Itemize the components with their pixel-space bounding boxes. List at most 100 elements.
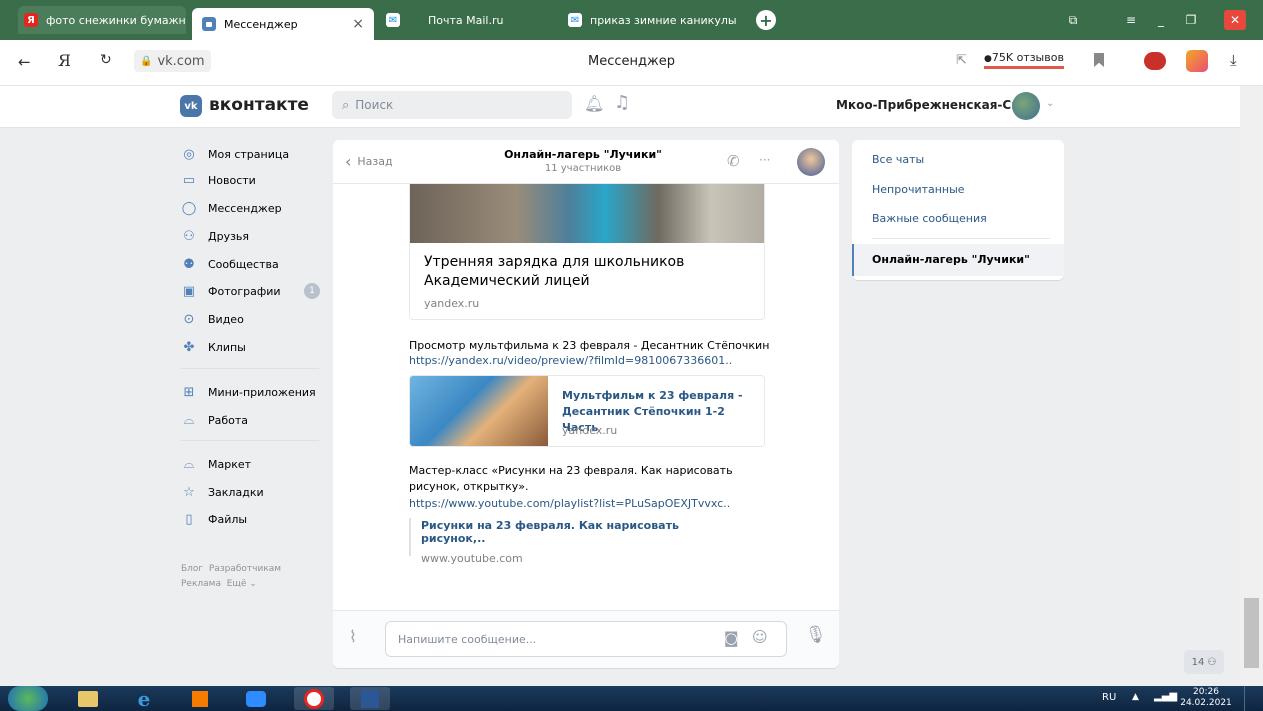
language-indicator[interactable]: RU (1102, 692, 1116, 703)
search-input[interactable]: ⌕ Поиск (332, 91, 572, 119)
link-snippet-youtube[interactable]: Рисунки на 23 февраля. Как нарисовать ри… (409, 518, 729, 565)
vk-logo-icon[interactable]: vk (180, 95, 202, 117)
sidebar-item-my-page[interactable]: ◎ Моя страница (181, 140, 331, 168)
sidebar-item-label: Новости (208, 173, 256, 187)
emoji-smile-icon[interactable]: ☺ (752, 628, 768, 646)
chat-title-block[interactable]: Онлайн-лагерь "Лучики" 11 участников (463, 148, 703, 174)
message-input[interactable]: Напишите сообщение... ◙ ☺ (385, 621, 787, 657)
back-arrow-icon[interactable]: ← (18, 53, 31, 71)
start-button[interactable] (8, 686, 48, 711)
camera-icon[interactable]: ◙ (724, 629, 739, 647)
sidebar-divider (181, 368, 319, 369)
close-window-icon[interactable]: ✕ (1224, 10, 1246, 30)
bookmark-icon[interactable] (1094, 53, 1104, 67)
chat-avatar[interactable] (797, 148, 825, 176)
active-chat-item[interactable]: Онлайн-лагерь "Лучики" (852, 244, 1064, 276)
yandex-browser-taskbar-icon[interactable] (294, 687, 334, 710)
message-link[interactable]: https://www.youtube.com/playlist?list=PL… (409, 497, 730, 510)
yandex-icon[interactable]: Я (58, 51, 71, 70)
filter-important[interactable]: Важные сообщения (872, 212, 987, 225)
show-desktop-button[interactable] (1244, 686, 1263, 711)
tab-mail[interactable]: ✉ Почта Mail.ru (380, 6, 550, 34)
minimize-icon[interactable]: _ (1150, 10, 1172, 30)
message-link[interactable]: https://yandex.ru/video/preview/?filmId=… (409, 354, 732, 367)
tab-switch-icon[interactable]: ⧉ (1062, 10, 1084, 30)
chat-panel: ‹ Назад Онлайн-лагерь "Лучики" 11 участн… (333, 140, 839, 668)
tab-snowflakes[interactable]: Я фото снежинки бумажно (18, 6, 186, 34)
user-circle-icon: ◎ (183, 146, 195, 162)
zoom-icon[interactable] (236, 687, 276, 710)
tab-messenger[interactable]: Мессенджер × (192, 8, 374, 40)
sidebar-item-files[interactable]: ▯ Файлы (181, 505, 331, 533)
tab-label: фото снежинки бумажно (46, 13, 186, 27)
sidebar-item-clips[interactable]: ✤ Клипы (181, 333, 331, 361)
reviews-badge[interactable]: ●75K отзывов (984, 51, 1064, 69)
media-player-icon[interactable] (180, 687, 220, 710)
footer-link-blog[interactable]: Блог (181, 564, 203, 574)
sidebar-item-bookmarks[interactable]: ☆ Закладки (181, 478, 331, 506)
more-icon[interactable]: ··· (759, 153, 770, 167)
sidebar-item-mini-apps[interactable]: ⊞ Мини-приложения (181, 378, 331, 406)
microphone-icon[interactable]: 🎙︎ (805, 625, 827, 645)
sidebar-item-label: Моя страница (208, 147, 290, 161)
phone-icon[interactable]: ✆ (727, 152, 740, 170)
sidebar-item-video[interactable]: ⊙ Видео (181, 305, 331, 333)
play-icon: ⊙ (183, 311, 195, 327)
apps-icon: ⊞ (183, 384, 195, 400)
internet-explorer-icon[interactable]: e (124, 687, 164, 711)
footer-link-ads[interactable]: Реклама (181, 579, 221, 589)
sidebar-item-market[interactable]: ⌓ Маркет (181, 450, 331, 478)
sidebar-item-work[interactable]: ⌓ Работа (181, 406, 331, 434)
clock[interactable]: 20:26 24.02.2021 (1180, 687, 1232, 709)
menu-icon[interactable]: ≡ (1120, 10, 1142, 30)
back-button[interactable]: ‹ Назад (345, 152, 393, 171)
sidebar-item-photos[interactable]: ▣ Фотографии 1 (181, 277, 331, 305)
sidebar-divider (181, 440, 319, 441)
sidebar-item-news[interactable]: ▭ Новости (181, 166, 331, 194)
close-tab-icon[interactable]: × (352, 16, 364, 32)
reload-icon[interactable]: ↻ (100, 52, 112, 68)
photo-icon: ▣ (182, 283, 196, 299)
chevron-down-icon[interactable]: ⌄ (1046, 98, 1054, 109)
tab-order[interactable]: ✉ приказ зимние каникулы (560, 6, 740, 34)
music-icon[interactable]: ♫ (614, 92, 630, 113)
cartoon-thumbnail[interactable] (410, 376, 548, 446)
sidebar-item-label: Закладки (208, 485, 264, 499)
mail-favicon-icon: ✉ (568, 13, 582, 27)
vk-header: vk вконтакте ⌕ Поиск 🔔︎ ♫ Мкоо-Прибрежне… (0, 86, 1240, 128)
notifications-bell-icon[interactable]: 🔔︎ (584, 94, 604, 113)
panel-divider (872, 238, 1050, 239)
url-field[interactable]: 🔒 vk.com (134, 50, 211, 72)
filter-unread[interactable]: Непрочитанные (872, 183, 965, 196)
page-scrollbar[interactable] (1240, 86, 1263, 686)
tray-expand-icon[interactable]: ▲ (1132, 692, 1139, 702)
vk-logo-text[interactable]: вконтакте (209, 95, 309, 115)
filter-all-chats[interactable]: Все чаты (872, 153, 924, 166)
extension-icon[interactable] (1186, 50, 1208, 72)
link-card-cartoon[interactable]: Мультфильм к 23 февраля - Десантник Стёп… (409, 375, 765, 447)
share-icon[interactable]: ⇱ (956, 53, 967, 68)
signal-icon[interactable]: ▂▄▆ (1154, 691, 1177, 702)
attach-paperclip-icon[interactable]: ⌇ (349, 627, 357, 646)
chat-header: ‹ Назад Онлайн-лагерь "Лучики" 11 участн… (333, 140, 839, 184)
browser-tab-bar: Я фото снежинки бумажно Мессенджер × ✉ П… (0, 0, 1263, 40)
word-icon[interactable] (350, 687, 390, 710)
restore-icon[interactable]: ❐ (1180, 10, 1202, 30)
avatar[interactable] (1012, 92, 1040, 120)
online-counter[interactable]: 14 ⚇ (1184, 650, 1224, 674)
sidebar-item-friends[interactable]: ⚇ Друзья (181, 222, 331, 250)
address-bar: ← Я ↻ 🔒 vk.com Мессенджер ⇱ ●75K отзывов… (0, 40, 1263, 86)
footer-link-developers[interactable]: Разработчикам (209, 564, 281, 574)
new-tab-button[interactable]: + (756, 10, 776, 30)
adblock-extension-icon[interactable] (1144, 52, 1166, 70)
file-explorer-icon[interactable] (68, 687, 108, 710)
sidebar-item-communities[interactable]: ⚉ Сообщества (181, 250, 331, 278)
link-card-morning-exercise[interactable]: Утренняя зарядка для школьников Академич… (409, 160, 765, 320)
footer-link-more[interactable]: Ещё (227, 579, 247, 589)
card-domain: yandex.ru (562, 424, 618, 437)
user-name[interactable]: Мкоо-Прибрежненская-Сш (836, 98, 1024, 112)
scrollbar-thumb[interactable] (1244, 598, 1259, 668)
download-icon[interactable]: ⤓ (1230, 51, 1237, 69)
search-placeholder: Поиск (355, 98, 394, 112)
sidebar-item-messenger[interactable]: ◯ Мессенджер (181, 194, 331, 222)
